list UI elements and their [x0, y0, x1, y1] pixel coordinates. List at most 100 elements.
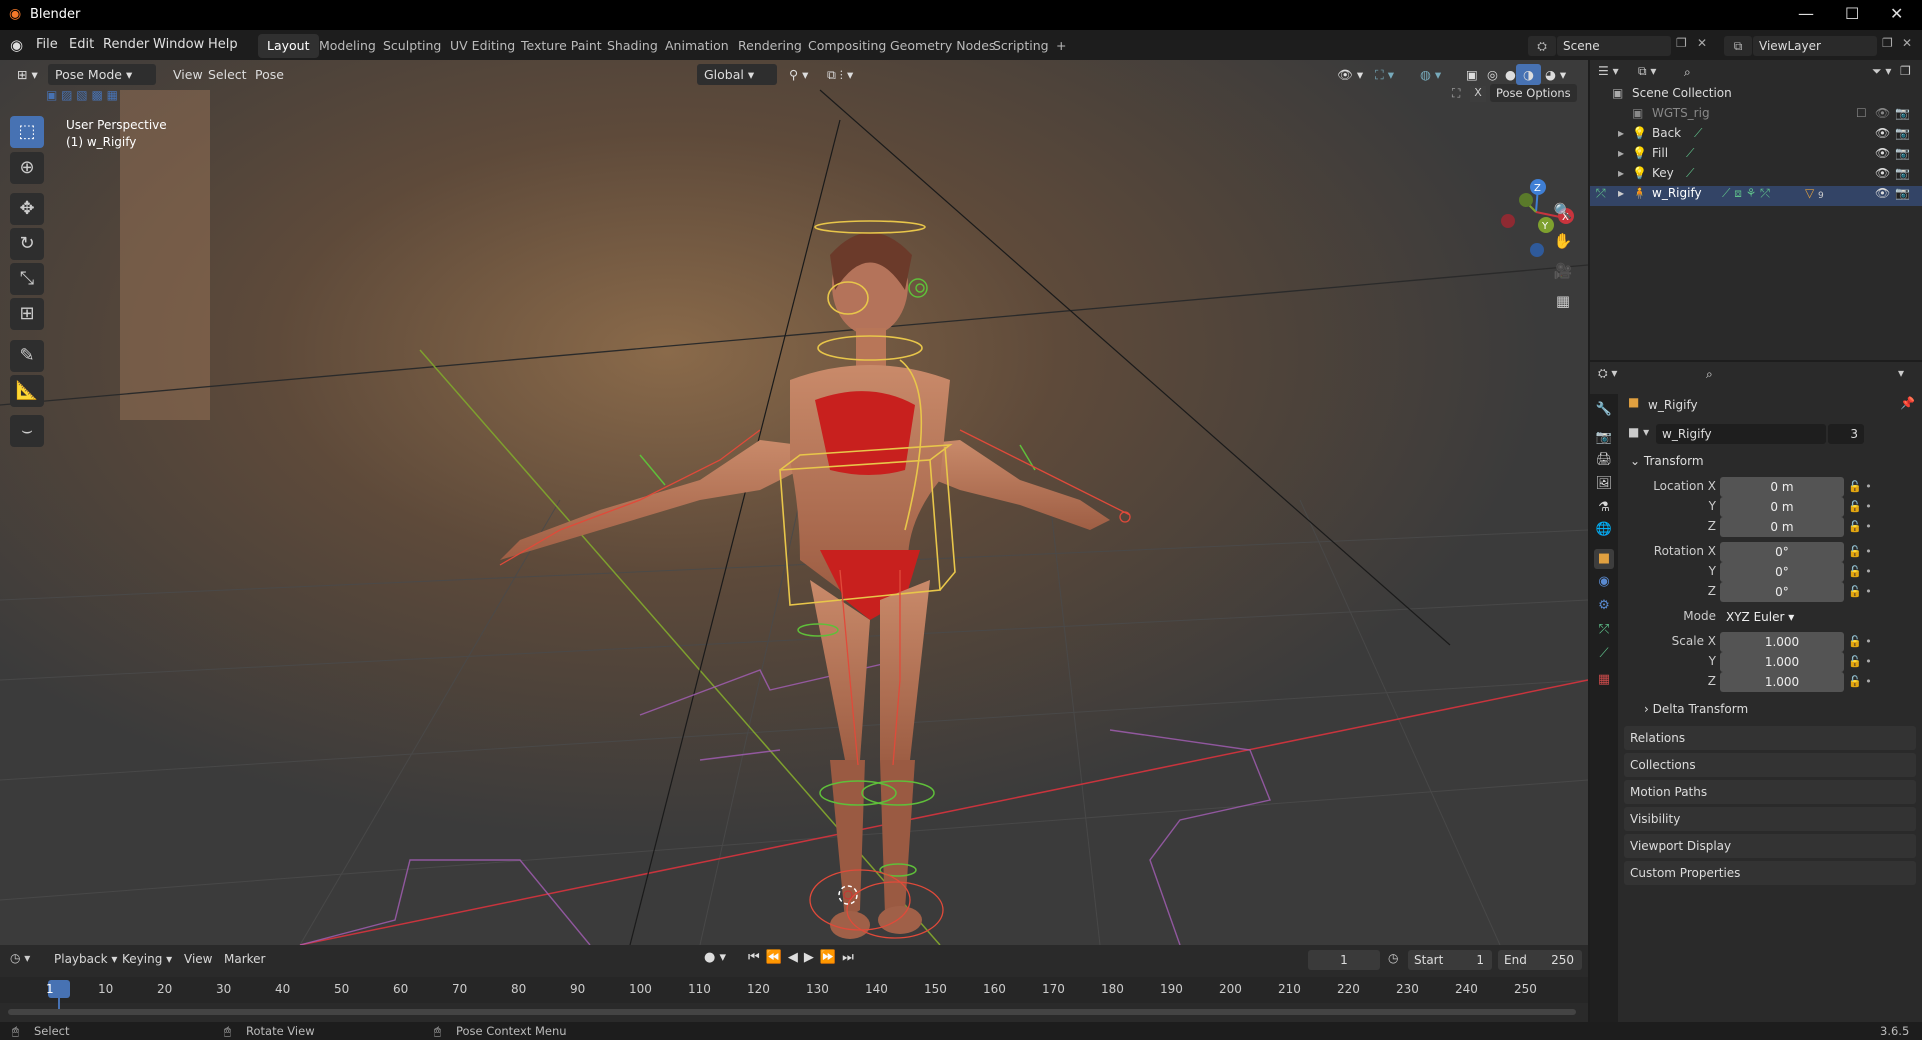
- physics-tab-icon[interactable]: ⚙: [1594, 596, 1614, 616]
- scale-z-field[interactable]: 1.000: [1720, 672, 1844, 692]
- snap-icon[interactable]: ⧉ ⫶ ▾: [820, 64, 860, 85]
- rotation-lock-icons[interactable]: 🔓 • 🔓 • 🔓 •: [1848, 542, 1872, 602]
- zoom-icon[interactable]: 🔍: [1549, 202, 1577, 228]
- editor-type-icon[interactable]: ⊞ ▾: [10, 64, 45, 85]
- world-tab-icon[interactable]: 🌐: [1594, 520, 1614, 540]
- ortho-toggle-icon[interactable]: ▦: [1549, 292, 1577, 318]
- menu-help[interactable]: Help: [208, 37, 238, 52]
- rotate-tool[interactable]: ↻: [10, 228, 44, 260]
- tab-texture-paint[interactable]: Texture Paint: [512, 34, 611, 58]
- menu-file[interactable]: File: [36, 37, 58, 52]
- rotation-z-field[interactable]: 0°: [1720, 582, 1844, 602]
- camera-icon[interactable]: 📷: [1895, 106, 1910, 120]
- texture-tab-icon[interactable]: ▦: [1594, 670, 1614, 690]
- shading-rendered-icon[interactable]: ◕ ▾: [1538, 64, 1573, 85]
- expand-arrow-icon[interactable]: ▸: [1618, 126, 1624, 140]
- 3d-viewport[interactable]: Z X Y User Perspective (1) w_Rigify ⬚ ⊕ …: [0, 60, 1588, 945]
- eye-icon[interactable]: 👁: [1875, 186, 1890, 200]
- scale-y-field[interactable]: 1.000: [1720, 652, 1844, 672]
- eye-icon[interactable]: 👁: [1875, 126, 1890, 140]
- datablock-browse-icon[interactable]: ■ ▾: [1628, 425, 1649, 439]
- menu-window[interactable]: Window: [153, 37, 204, 52]
- cursor-tool[interactable]: ⊕: [10, 152, 44, 184]
- rotation-y-field[interactable]: 0°: [1720, 562, 1844, 582]
- expand-arrow-icon[interactable]: ▸: [1618, 166, 1624, 180]
- eye-icon[interactable]: 👁: [1875, 166, 1890, 180]
- record-keyframe-button[interactable]: ● ▾: [704, 950, 726, 965]
- end-frame-field[interactable]: End 250: [1498, 950, 1582, 970]
- display-mode-icon[interactable]: ⧉ ▾: [1638, 64, 1656, 79]
- eye-icon[interactable]: 👁: [1875, 106, 1890, 120]
- transform-tool[interactable]: ⊞: [10, 298, 44, 330]
- new-scene-icon[interactable]: ❐: [1676, 36, 1687, 50]
- add-workspace-button[interactable]: +: [1047, 34, 1075, 58]
- rotation-x-field[interactable]: 0°: [1720, 542, 1844, 562]
- modifiers-tab-icon[interactable]: ◉: [1594, 572, 1614, 592]
- pan-hand-icon[interactable]: ✋: [1549, 232, 1577, 258]
- eye-icon[interactable]: 👁: [1875, 146, 1890, 160]
- new-view-layer-icon[interactable]: ❐: [1882, 36, 1893, 50]
- camera-icon[interactable]: 📷: [1895, 146, 1910, 160]
- location-x-field[interactable]: 0 m: [1720, 477, 1844, 497]
- mode-selector[interactable]: Pose Mode ▾: [48, 64, 156, 85]
- tool-tab-icon[interactable]: 🔧: [1594, 400, 1614, 420]
- bend-tool[interactable]: ⌣: [10, 415, 44, 447]
- maximize-button[interactable]: ☐: [1845, 4, 1859, 23]
- expand-arrow-icon[interactable]: ▸: [1618, 186, 1624, 200]
- measure-tool[interactable]: 📐: [10, 375, 44, 407]
- outliner-row-wgts-rig[interactable]: ▣ WGTS_rig ☐ 👁 📷: [1590, 106, 1922, 126]
- playback-controls[interactable]: ⏮⏪◀▶⏩⏭: [748, 950, 860, 965]
- overlay-toggle-icon[interactable]: ◍ ▾: [1413, 64, 1448, 85]
- transform-panel-header[interactable]: ⌄ Transform: [1630, 454, 1704, 468]
- render-tab-icon[interactable]: 📷: [1594, 428, 1614, 448]
- snap-settings-icon[interactable]: ⛶: [1452, 86, 1460, 101]
- camera-icon[interactable]: 📷: [1895, 166, 1910, 180]
- timeline-editor-icon[interactable]: ◷ ▾: [10, 951, 30, 965]
- menu-edit[interactable]: Edit: [69, 37, 94, 52]
- location-y-field[interactable]: 0 m: [1720, 497, 1844, 517]
- playback-menu[interactable]: Playback ▾: [54, 952, 117, 966]
- move-tool[interactable]: ✥: [10, 193, 44, 225]
- user-count-badge[interactable]: 3: [1828, 424, 1864, 444]
- outliner-row-key[interactable]: ▸ 💡 Key ⟋ 👁 📷: [1590, 166, 1922, 186]
- outliner-row-scene-collection[interactable]: ▣ Scene Collection: [1590, 86, 1922, 106]
- viewport-display-panel[interactable]: Viewport Display: [1624, 834, 1916, 858]
- scale-lock-icons[interactable]: 🔓 • 🔓 • 🔓 •: [1848, 632, 1872, 692]
- gizmo-toggle-icon[interactable]: ⛶ ▾: [1368, 64, 1401, 85]
- scene-selector-icon[interactable]: ⛭: [1528, 36, 1556, 56]
- datablock-name-field[interactable]: w_Rigify: [1656, 424, 1826, 444]
- lock-icons[interactable]: 🔓 • 🔓 • 🔓 •: [1848, 477, 1872, 537]
- object-tab-icon[interactable]: ■: [1594, 549, 1614, 569]
- custom-properties-panel[interactable]: Custom Properties: [1624, 861, 1916, 885]
- timeline-view-menu[interactable]: View: [184, 952, 212, 966]
- camera-icon[interactable]: 📷: [1895, 186, 1910, 200]
- view-layer-selector-icon[interactable]: ⧉: [1724, 36, 1752, 56]
- start-frame-field[interactable]: Start 1: [1408, 950, 1492, 970]
- keying-menu[interactable]: Keying ▾: [122, 952, 172, 966]
- armature-data-tab-icon[interactable]: ⟋: [1594, 644, 1614, 664]
- selection-mode-icons[interactable]: ▣ ▨ ▧ ▩ ▦: [46, 88, 118, 102]
- filter-icon[interactable]: ⏷ ▾: [1872, 64, 1891, 79]
- rotation-mode-dropdown[interactable]: XYZ Euler ▾: [1720, 607, 1844, 627]
- annotate-tool[interactable]: ✎: [10, 340, 44, 372]
- select-box-tool[interactable]: ⬚: [10, 116, 44, 148]
- pivot-point-icon[interactable]: ⚲ ▾: [782, 64, 815, 85]
- location-z-field[interactable]: 0 m: [1720, 517, 1844, 537]
- delete-view-layer-icon[interactable]: ✕: [1902, 36, 1912, 50]
- camera-view-icon[interactable]: 🎥: [1549, 262, 1577, 288]
- view-layer-name-field[interactable]: ViewLayer: [1753, 36, 1877, 56]
- exclude-checkbox[interactable]: ☐: [1856, 106, 1867, 120]
- menu-pose[interactable]: Pose: [248, 64, 291, 85]
- delta-transform-subpanel[interactable]: › Delta Transform: [1644, 702, 1748, 716]
- outliner-row-fill[interactable]: ▸ 💡 Fill ⟋ 👁 📷: [1590, 146, 1922, 166]
- clock-icon[interactable]: ◷: [1388, 951, 1398, 965]
- tab-animation[interactable]: Animation: [656, 34, 738, 58]
- view-layer-tab-icon[interactable]: 🖼: [1594, 474, 1614, 494]
- relations-panel[interactable]: Relations: [1624, 726, 1916, 750]
- blender-menu-icon[interactable]: ◉: [10, 36, 23, 54]
- menu-select[interactable]: Select: [201, 64, 254, 85]
- outliner-row-back[interactable]: ▸ 💡 Back ⟋ 👁 📷: [1590, 126, 1922, 146]
- scene-tab-icon[interactable]: ⚗: [1594, 498, 1614, 518]
- x-mirror-toggle[interactable]: X: [1470, 86, 1486, 102]
- scene-name-field[interactable]: Scene: [1557, 36, 1671, 56]
